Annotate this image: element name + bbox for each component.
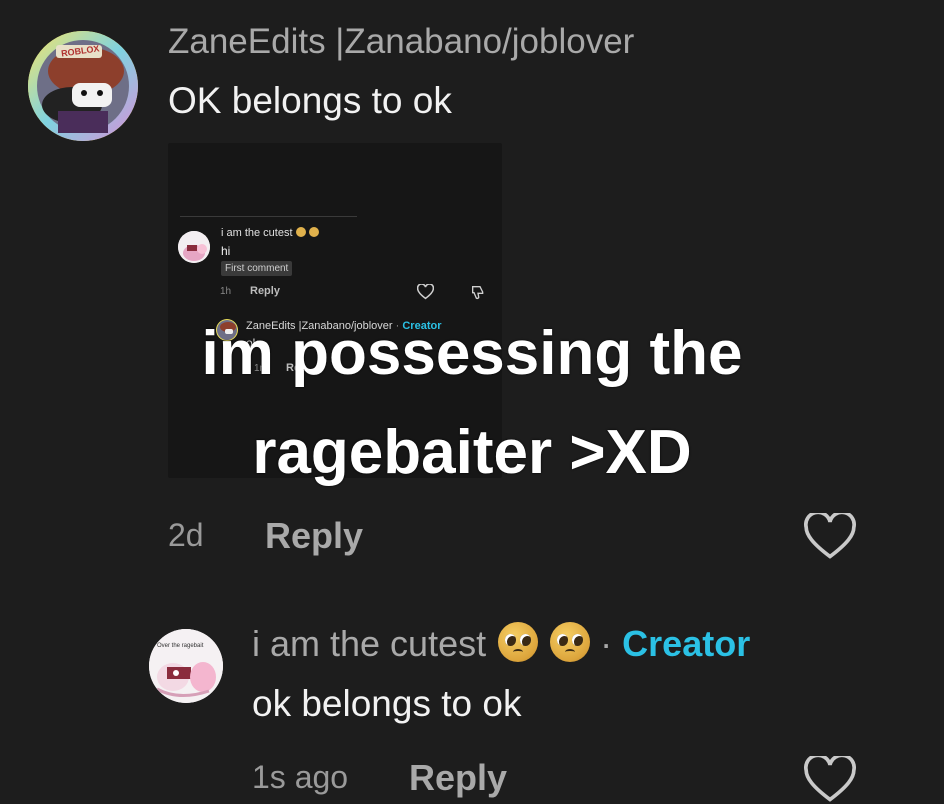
reply-button[interactable]: Reply [265, 515, 363, 557]
heart-icon[interactable] [804, 513, 856, 561]
pleading-face-icon [498, 622, 539, 662]
pleading-face-icon [550, 622, 591, 662]
first-comment-badge: First comment [221, 261, 293, 276]
reply-reply-button[interactable]: Reply [409, 757, 507, 799]
embedded-reply-button: Reply [250, 285, 280, 297]
comment-username[interactable]: ZaneEdits |Zanabano/joblover [168, 22, 634, 62]
reply-text: ok belongs to ok [252, 683, 522, 724]
avatar-caption: Over the ragebait [157, 643, 204, 649]
separator: · [600, 623, 613, 664]
heart-icon[interactable] [804, 756, 856, 804]
pleading-face-icon [295, 227, 306, 237]
embedded-username: i am the cutest [221, 227, 293, 239]
reply-avatar-image [149, 629, 223, 703]
overlay-caption-line-1: im possessing the [201, 319, 743, 388]
embedded-time: 1h [220, 286, 232, 297]
embedded-divider [180, 216, 357, 217]
reply-time: 1s ago [252, 759, 349, 795]
comment-time: 2d [168, 517, 204, 553]
pleading-face-icon [308, 227, 319, 237]
overlay-caption-line-2: ragebaiter >XD [252, 418, 692, 487]
reply-avatar[interactable]: Over the ragebait [149, 629, 223, 703]
comment-text: OK belongs to ok [168, 80, 452, 121]
thumbs-down-icon [470, 284, 486, 305]
avatar[interactable]: ROBLOX [28, 31, 138, 141]
heart-icon [416, 283, 435, 305]
embedded-avatar [178, 231, 210, 263]
reply-username[interactable]: i am the cutest [252, 623, 486, 664]
creator-label: Creator [622, 623, 751, 664]
embedded-comment-text: hi [221, 244, 231, 258]
